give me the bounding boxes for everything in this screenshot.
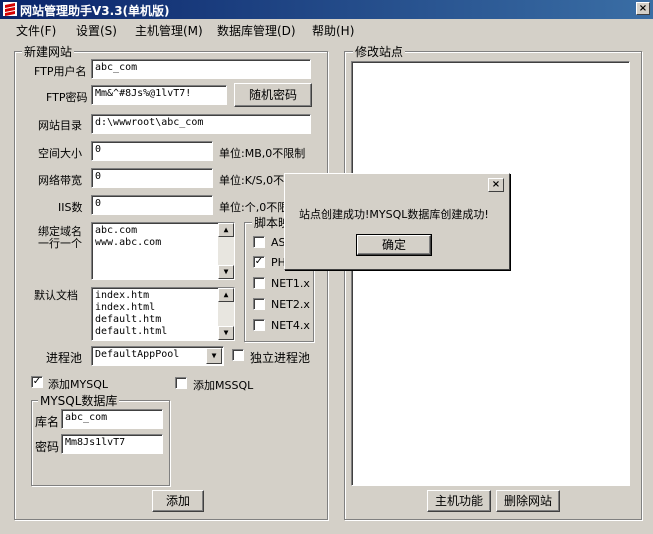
domain-textarea[interactable]: abc.com www.abc.com ▲ ▼	[91, 222, 235, 280]
site-dir-input[interactable]: d:\wwwroot\abc_com	[91, 114, 311, 134]
space-unit-label: 单位:MB,0不限制	[219, 147, 306, 160]
site-dir-label: 网站目录	[38, 119, 82, 132]
chevron-down-icon[interactable]: ▼	[206, 348, 222, 364]
db-name-input[interactable]: abc_com	[61, 409, 163, 429]
host-function-button[interactable]: 主机功能	[427, 490, 491, 512]
scroll-up-icon[interactable]: ▲	[218, 223, 234, 237]
space-size-label: 空间大小	[38, 147, 82, 160]
ftp-user-input[interactable]: abc_com	[91, 59, 311, 79]
new-site-legend: 新建网站	[22, 43, 75, 60]
list-item[interactable]: default.htm	[95, 314, 234, 326]
message-dialog: × 站点创建成功!MYSQL数据库创建成功! 确定	[284, 173, 510, 270]
scroll-down-icon[interactable]: ▼	[218, 265, 234, 279]
iis-count-label: IIS数	[58, 201, 83, 214]
ftp-user-label: FTP用户名	[34, 65, 87, 78]
independent-pool-checkbox[interactable]	[232, 349, 244, 361]
menu-settings[interactable]: 设置(S)	[76, 22, 117, 39]
add-mysql-checkbox[interactable]: ✓	[31, 376, 43, 388]
scroll-up-icon[interactable]: ▲	[218, 288, 234, 302]
asp-checkbox[interactable]	[253, 236, 265, 248]
modify-site-legend: 修改站点	[353, 43, 406, 60]
ftp-pass-input[interactable]: Mm&^#8Js%@1lvT7!	[91, 85, 227, 105]
bandwidth-label: 网络带宽	[38, 174, 82, 187]
db-name-label: 库名	[35, 415, 60, 429]
app-pool-label: 进程池	[46, 351, 83, 365]
default-doc-list[interactable]: index.htm index.html default.htm default…	[91, 287, 235, 341]
window-title: 网站管理助手V3.3(单机版)	[20, 4, 170, 18]
bandwidth-input[interactable]: 0	[91, 168, 213, 188]
add-button[interactable]: 添加	[152, 490, 204, 512]
delete-site-button[interactable]: 删除网站	[496, 490, 560, 512]
net1-label: NET1.x	[271, 277, 310, 290]
default-doc-scrollbar[interactable]: ▲ ▼	[218, 288, 234, 340]
domain-scrollbar[interactable]: ▲ ▼	[218, 223, 234, 279]
site-list[interactable]	[351, 61, 630, 486]
net4-label: NET4.x	[271, 319, 310, 332]
domain-line: abc.com	[95, 225, 138, 236]
menu-host-management[interactable]: 主机管理(M)	[135, 22, 203, 39]
mysql-legend: MYSQL数据库	[38, 392, 120, 409]
app-pool-select[interactable]: DefaultAppPool ▼	[91, 346, 224, 366]
add-mssql-label: 添加MSSQL	[193, 379, 254, 392]
php-checkbox[interactable]: ✓	[253, 256, 265, 268]
iis-count-input[interactable]: 0	[91, 195, 213, 215]
dialog-close-icon[interactable]: ×	[488, 178, 504, 192]
app-icon	[3, 2, 17, 16]
menu-file[interactable]: 文件(F)	[16, 22, 56, 39]
default-doc-label: 默认文档	[34, 289, 78, 302]
add-mssql-checkbox[interactable]	[175, 377, 187, 389]
net2-checkbox[interactable]	[253, 298, 265, 310]
net2-label: NET2.x	[271, 298, 310, 311]
ok-button[interactable]: 确定	[356, 234, 432, 256]
one-per-line-label: 一行一个	[38, 237, 82, 250]
title-bar[interactable]: 网站管理助手V3.3(单机版) ×	[0, 0, 653, 19]
list-item[interactable]: index.html	[95, 302, 234, 314]
close-icon[interactable]: ×	[636, 2, 650, 15]
scroll-down-icon[interactable]: ▼	[218, 326, 234, 340]
net4-checkbox[interactable]	[253, 319, 265, 331]
app-pool-value: DefaultAppPool	[95, 349, 180, 360]
random-password-button[interactable]: 随机密码	[234, 83, 312, 107]
menu-database-management[interactable]: 数据库管理(D)	[217, 22, 296, 39]
list-item[interactable]: index.htm	[95, 290, 234, 302]
list-item[interactable]: default.html	[95, 326, 234, 338]
dialog-message: 站点创建成功!MYSQL数据库创建成功!	[299, 208, 489, 221]
db-pass-label: 密码	[35, 440, 60, 454]
net1-checkbox[interactable]	[253, 277, 265, 289]
menu-help[interactable]: 帮助(H)	[312, 22, 354, 39]
ftp-pass-label: FTP密码	[46, 91, 88, 104]
space-size-input[interactable]: 0	[91, 141, 213, 161]
db-pass-input[interactable]: Mm8Js1lvT7	[61, 434, 163, 454]
menu-bar: 文件(F) 设置(S) 主机管理(M) 数据库管理(D) 帮助(H)	[0, 19, 653, 39]
domain-line: www.abc.com	[95, 237, 162, 248]
add-mysql-label: 添加MYSQL	[48, 378, 108, 391]
independent-pool-label: 独立进程池	[250, 351, 311, 365]
